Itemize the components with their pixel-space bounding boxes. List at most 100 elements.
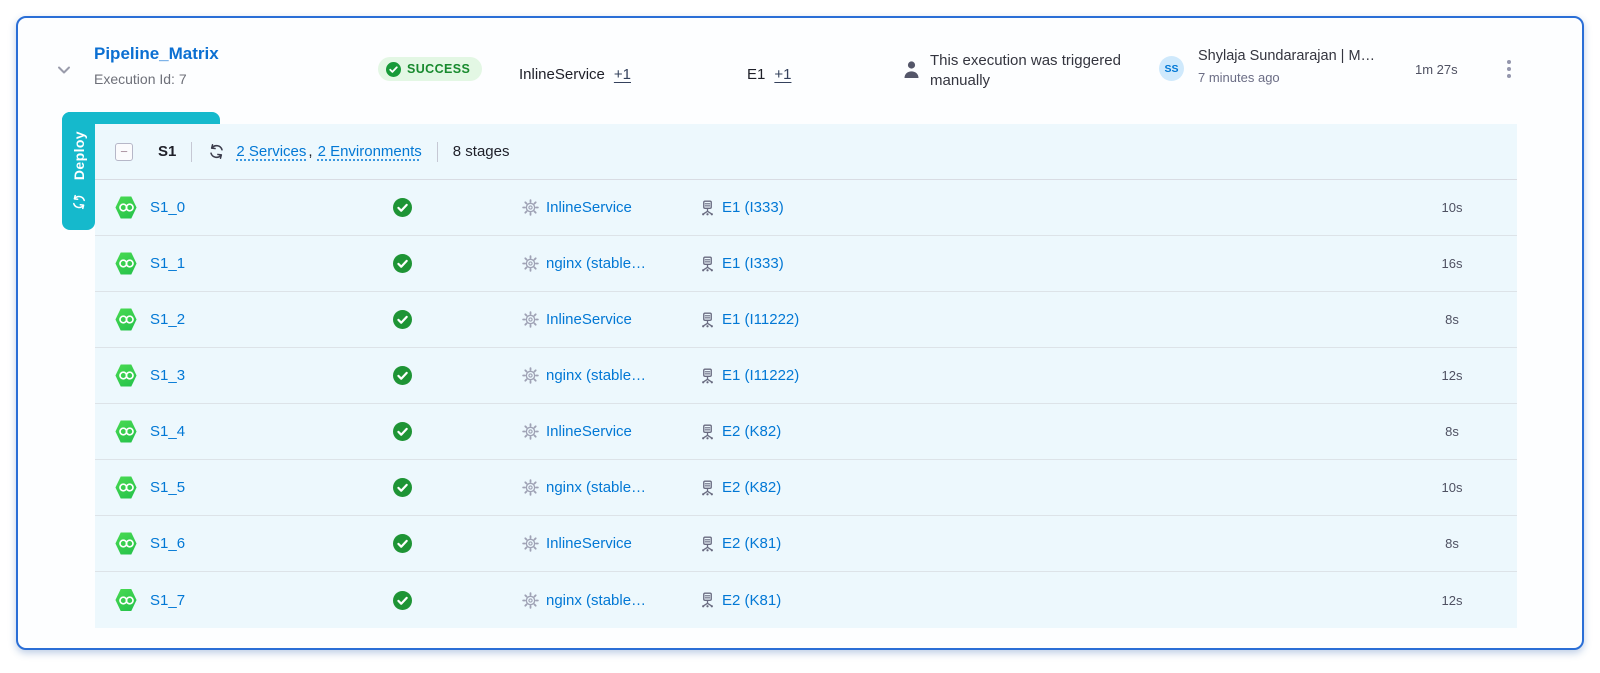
service-primary-label: InlineService	[519, 66, 605, 83]
service-link[interactable]: InlineService	[546, 423, 632, 440]
stage-duration: 8s	[1387, 312, 1517, 327]
environment-icon	[700, 536, 715, 552]
group-name: S1	[158, 143, 176, 160]
environment-icon	[700, 312, 715, 328]
table-row: S1_4 InlineService	[95, 404, 1517, 460]
environment-link[interactable]: E1 (I333)	[722, 255, 784, 272]
environments-count-link[interactable]: 2 Environments	[318, 143, 422, 160]
environment-icon	[700, 256, 715, 272]
environment-icon	[700, 480, 715, 496]
table-row: S1_0 InlineService	[95, 180, 1517, 236]
table-row: S1_1 nginx (stable…	[95, 236, 1517, 292]
environment-link[interactable]: E1 (I11222)	[722, 311, 799, 328]
time-ago: 7 minutes ago	[1198, 70, 1413, 85]
gear-icon	[522, 535, 539, 552]
environment-link[interactable]: E1 (I333)	[722, 199, 784, 216]
stage-duration: 8s	[1387, 536, 1517, 551]
user-icon	[902, 59, 921, 80]
execution-card: Pipeline_Matrix Execution Id: 7 SUCCESS …	[16, 16, 1584, 650]
title-block: Pipeline_Matrix Execution Id: 7	[94, 44, 219, 87]
check-circle-icon	[393, 198, 412, 217]
tab-deploy[interactable]: Deploy	[62, 112, 95, 230]
check-circle-icon	[393, 366, 412, 385]
status-badge: SUCCESS	[378, 57, 482, 81]
stage-name-link[interactable]: S1_3	[150, 367, 185, 384]
status-label: SUCCESS	[407, 62, 470, 76]
divider	[437, 142, 438, 162]
matrix-stage-icon	[115, 588, 137, 612]
table-row: S1_5 nginx (stable…	[95, 460, 1517, 516]
loop-icon	[70, 193, 88, 211]
stage-duration: 12s	[1387, 593, 1517, 608]
execution-id-label: Execution Id: 7	[94, 71, 219, 87]
trigger-info: This execution was triggered manually	[902, 51, 1166, 91]
services-summary: InlineService +1	[519, 66, 631, 83]
gear-icon	[522, 592, 539, 609]
separator-comma: ,	[308, 143, 312, 160]
stage-name-link[interactable]: S1_2	[150, 311, 185, 328]
table-row: S1_2 InlineService	[95, 292, 1517, 348]
environment-link[interactable]: E2 (K82)	[722, 479, 781, 496]
environment-icon	[700, 368, 715, 384]
table-row: S1_3 nginx (stable…	[95, 348, 1517, 404]
stage-name-link[interactable]: S1_4	[150, 423, 185, 440]
environment-link[interactable]: E1 (I11222)	[722, 367, 799, 384]
divider	[191, 142, 192, 162]
stage-name-link[interactable]: S1_5	[150, 479, 185, 496]
stage-count-label: 8 stages	[453, 143, 510, 160]
stage-name-link[interactable]: S1_7	[150, 592, 185, 609]
service-link[interactable]: nginx (stable…	[546, 367, 646, 384]
trigger-text: This execution was triggered manually	[930, 51, 1166, 91]
matrix-stage-icon	[115, 532, 137, 556]
stage-duration: 10s	[1387, 200, 1517, 215]
gear-icon	[522, 367, 539, 384]
pipeline-title-link[interactable]: Pipeline_Matrix	[94, 44, 219, 64]
matrix-stage-icon	[115, 252, 137, 276]
service-link[interactable]: nginx (stable…	[546, 255, 646, 272]
service-link[interactable]: InlineService	[546, 199, 632, 216]
check-circle-icon	[393, 310, 412, 329]
check-circle-icon	[393, 422, 412, 441]
gear-icon	[522, 255, 539, 272]
environment-icon	[700, 200, 715, 216]
gear-icon	[522, 199, 539, 216]
service-link[interactable]: InlineService	[546, 535, 632, 552]
services-count-link[interactable]: 2 Services	[236, 143, 306, 160]
environment-link[interactable]: E2 (K81)	[722, 535, 781, 552]
service-link[interactable]: nginx (stable…	[546, 592, 646, 609]
environment-link[interactable]: E2 (K82)	[722, 423, 781, 440]
matrix-table: − S1 2 Services , 2 Environments 8 stage…	[95, 124, 1517, 628]
check-circle-icon	[393, 254, 412, 273]
success-check-icon	[386, 62, 401, 77]
check-circle-icon	[393, 478, 412, 497]
deploy-tab-label: Deploy	[71, 131, 87, 180]
matrix-stage-icon	[115, 308, 137, 332]
environment-link[interactable]: E2 (K81)	[722, 592, 781, 609]
stage-duration: 8s	[1387, 424, 1517, 439]
matrix-group-header: − S1 2 Services , 2 Environments 8 stage…	[95, 124, 1517, 180]
table-row: S1_6 InlineService	[95, 516, 1517, 572]
service-link[interactable]: nginx (stable…	[546, 479, 646, 496]
matrix-stage-icon	[115, 196, 137, 220]
collapse-minus-icon[interactable]: −	[115, 143, 133, 161]
loop-icon	[207, 142, 226, 161]
environment-icon	[700, 424, 715, 440]
gear-icon	[522, 479, 539, 496]
total-duration: 1m 27s	[1415, 62, 1458, 77]
matrix-stage-icon	[115, 420, 137, 444]
gear-icon	[522, 311, 539, 328]
stage-name-link[interactable]: S1_0	[150, 199, 185, 216]
service-link[interactable]: InlineService	[546, 311, 632, 328]
stage-duration: 12s	[1387, 368, 1517, 383]
environments-more-link[interactable]: +1	[774, 66, 791, 83]
matrix-stage-icon	[115, 476, 137, 500]
stage-duration: 16s	[1387, 256, 1517, 271]
stage-name-link[interactable]: S1_1	[150, 255, 185, 272]
stage-name-link[interactable]: S1_6	[150, 535, 185, 552]
services-more-link[interactable]: +1	[614, 66, 631, 83]
gear-icon	[522, 423, 539, 440]
avatar: SS	[1159, 56, 1184, 81]
kebab-menu-icon[interactable]	[1500, 58, 1518, 80]
chevron-down-icon[interactable]	[54, 60, 74, 80]
environment-icon	[700, 592, 715, 608]
